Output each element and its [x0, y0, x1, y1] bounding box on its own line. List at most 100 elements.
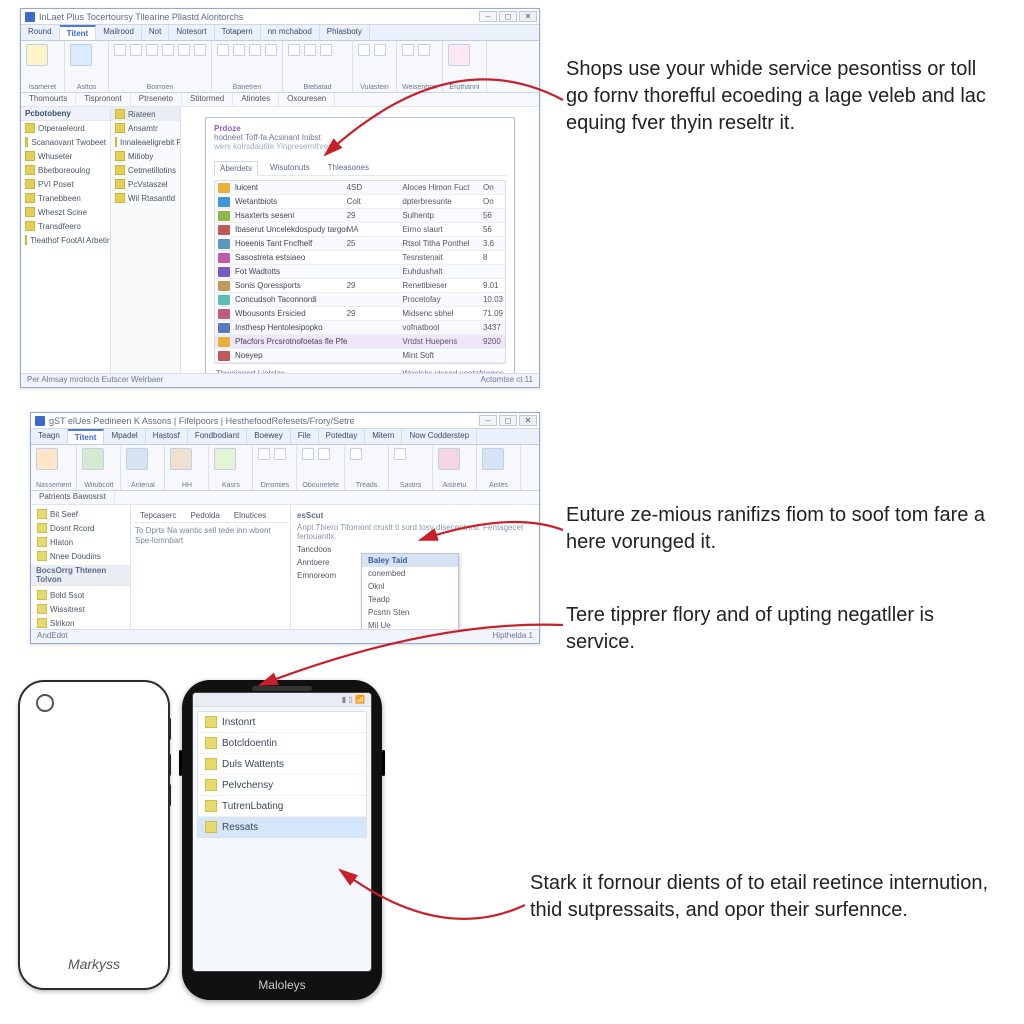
minimize-button[interactable]: –	[479, 415, 497, 426]
context-menu: Baley Taid conembed Oknl Teadp Pcsrtn St…	[361, 553, 459, 629]
menu-item[interactable]: conembed	[362, 567, 458, 580]
phone-menu-item[interactable]: Instonrt	[198, 712, 366, 733]
window-titlebar[interactable]: InLaet Plus Tocertoursy Tilearine Pllast…	[21, 9, 539, 25]
ribbon-tab[interactable]: Totapern	[215, 25, 261, 40]
ribbon-tab[interactable]: Phlasboty	[320, 25, 370, 40]
nav-item[interactable]: Wissitrest	[31, 602, 130, 616]
ribbon-tab[interactable]: Boewey	[247, 429, 290, 444]
nav-item[interactable]: PcVstaszel	[111, 177, 180, 191]
table-row[interactable]: Noeyep Mint Soft	[215, 349, 505, 363]
sub-tab[interactable]: Oxouresen	[279, 93, 335, 106]
nav-item[interactable]: Cetmetillotins	[111, 163, 180, 177]
menu-item[interactable]: Mil Ue	[362, 619, 458, 629]
ribbon-tab[interactable]: Teagn	[31, 429, 68, 444]
phone-menu-item[interactable]: TutrenLbating	[198, 796, 366, 817]
nav-item[interactable]: Otperaeleord	[21, 121, 110, 135]
table-row[interactable]: luicent 4SD Aloces Himon Fuct On	[215, 181, 505, 195]
panel-tab[interactable]: Elnutices	[229, 509, 271, 522]
ribbon-tab[interactable]: nn mchabod	[261, 25, 320, 40]
close-button[interactable]: ✕	[519, 415, 537, 426]
nav-item[interactable]: Scanaovant Twobeet	[21, 135, 110, 149]
table-row[interactable]: Ibaserut Uncelekdospudy targosel MA Eirn…	[215, 223, 505, 237]
ribbon-tab[interactable]: Not	[142, 25, 169, 40]
nav-item[interactable]: Tranebbeen	[21, 191, 110, 205]
ribbon-tab-active[interactable]: Titent	[60, 25, 97, 40]
maximize-button[interactable]: ◻	[499, 11, 517, 22]
dialog-tab[interactable]: Aberdets	[214, 161, 258, 176]
nav-item[interactable]: Nnee Doudins	[31, 549, 130, 563]
row-icon	[218, 323, 230, 333]
menu-item[interactable]: Oknl	[362, 580, 458, 593]
window-titlebar[interactable]: gST elUes Pedineen K Assons | Fifelpoors…	[31, 413, 539, 429]
phone-screen[interactable]: ▮ ▯ 📶 InstonrtBotcldoentinDuls WattentsP…	[192, 692, 372, 972]
table-row[interactable]: Sonis Qoressports 29 Renetibieser 9.01	[215, 279, 505, 293]
nav-item[interactable]: Wil Rtasantld	[111, 191, 180, 205]
table-row[interactable]: Insthesp Hentolesipopko vofnatbool 3437	[215, 321, 505, 335]
table-row[interactable]: Fot Wadtotts Euhdushalt	[215, 265, 505, 279]
panel-tab[interactable]: Pedolda	[185, 509, 224, 522]
cell-val: 4SD	[347, 183, 403, 192]
nav-item[interactable]: Dosnt Rcord	[31, 521, 130, 535]
ribbon-tab[interactable]: Round	[21, 25, 60, 40]
sub-tab[interactable]: Ptrseneto	[131, 93, 182, 106]
ribbon-group-label: Witubcott	[82, 482, 115, 489]
nav-item-selected[interactable]: Riateen	[111, 107, 180, 121]
ribbon-tab[interactable]: Mpadel	[104, 429, 145, 444]
sub-tab[interactable]: Patrients Bawosrst	[31, 491, 115, 504]
ribbon-tab[interactable]: Notesort	[169, 25, 214, 40]
sub-tab[interactable]: Atinotes	[233, 93, 279, 106]
ribbon-tab[interactable]: Mailrood	[96, 25, 142, 40]
nav-item[interactable]: Bbetboreoulng	[21, 163, 110, 177]
nav-item[interactable]: Hlaton	[31, 535, 130, 549]
table-row[interactable]: Wetantbiots Colt dpterbresunte On	[215, 195, 505, 209]
cell-val: 29	[347, 211, 403, 220]
sub-tab[interactable]: Thomourts	[21, 93, 76, 106]
panel-tab[interactable]: Tepcaserc	[135, 509, 181, 522]
maximize-button[interactable]: ◻	[499, 415, 517, 426]
menu-item[interactable]: Teadp	[362, 593, 458, 606]
sub-tab[interactable]: Tispronont	[76, 93, 131, 106]
nav-item[interactable]: Wheszt Scine	[21, 205, 110, 219]
ribbon-tab-active[interactable]: Titent	[68, 429, 105, 444]
ribbon-tab[interactable]: Mitern	[365, 429, 402, 444]
ribbon-tab[interactable]: Hastosf	[146, 429, 188, 444]
cell-name: luicent	[233, 183, 347, 192]
ribbon-group-label: Treads	[350, 482, 383, 489]
nav-item[interactable]: Bit Seef	[31, 507, 130, 521]
table-row[interactable]: Hoeenis Tant Fncfhelf 25 Rtsol Titha Pon…	[215, 237, 505, 251]
table-row[interactable]: Hsaxterts seseni 29 Sulhentp 56	[215, 209, 505, 223]
nav-item[interactable]: Bold Ssot	[31, 588, 130, 602]
dialog-tab[interactable]: Wisutonuts	[264, 160, 316, 175]
row-icon	[218, 253, 230, 263]
phone-menu-item[interactable]: Ressats	[198, 817, 366, 837]
annotation-3: Tere tipprer flory and of upting negatll…	[566, 602, 994, 656]
close-button[interactable]: ✕	[519, 11, 537, 22]
ribbon-tab[interactable]: Fondbodiant	[188, 429, 247, 444]
table-row[interactable]: Concudsoh Taconnordi Procetofay 10.03	[215, 293, 505, 307]
ribbon-group-label: Kasrs	[214, 482, 247, 489]
nav-item[interactable]: PVI Poset	[21, 177, 110, 191]
row-icon	[218, 351, 230, 361]
dialog-tab[interactable]: Thleasones	[322, 160, 375, 175]
ribbon-tab[interactable]: Potedtay	[319, 429, 366, 444]
ribbon-tab[interactable]: File	[291, 429, 319, 444]
nav-item[interactable]: Slrikon	[31, 616, 130, 629]
nav-item[interactable]: Mitioby	[111, 149, 180, 163]
minimize-button[interactable]: –	[479, 11, 497, 22]
table-row[interactable]: Sasostreta estsiaeo Tesnstenait 8	[215, 251, 505, 265]
nav-item[interactable]: Whuseter	[21, 149, 110, 163]
ribbon-tab[interactable]: Now Codderstep	[402, 429, 477, 444]
nav-item[interactable]: Tleathof FootAl Arbeting	[21, 233, 110, 247]
app-icon	[25, 12, 35, 22]
ribbon-group-label: HH	[170, 482, 203, 489]
nav-item[interactable]: Ansamtr	[111, 121, 180, 135]
sub-tab[interactable]: Stitormed	[182, 93, 233, 106]
phone-menu-item[interactable]: Pelvchensy	[198, 775, 366, 796]
phone-menu-item[interactable]: Duls Wattents	[198, 754, 366, 775]
phone-menu-item[interactable]: Botcldoentin	[198, 733, 366, 754]
nav-item[interactable]: Innaleaeligrebit Phessl	[111, 135, 180, 149]
nav-item[interactable]: Transdfeero	[21, 219, 110, 233]
table-row[interactable]: Wbousonts Ersicied 29 Midsenc sbhel 71.0…	[215, 307, 505, 321]
menu-item[interactable]: Pcsrtn Sten	[362, 606, 458, 619]
table-row[interactable]: Pfacfors Prcsrotnofoetas fle Pfensl Vrtd…	[215, 335, 505, 349]
